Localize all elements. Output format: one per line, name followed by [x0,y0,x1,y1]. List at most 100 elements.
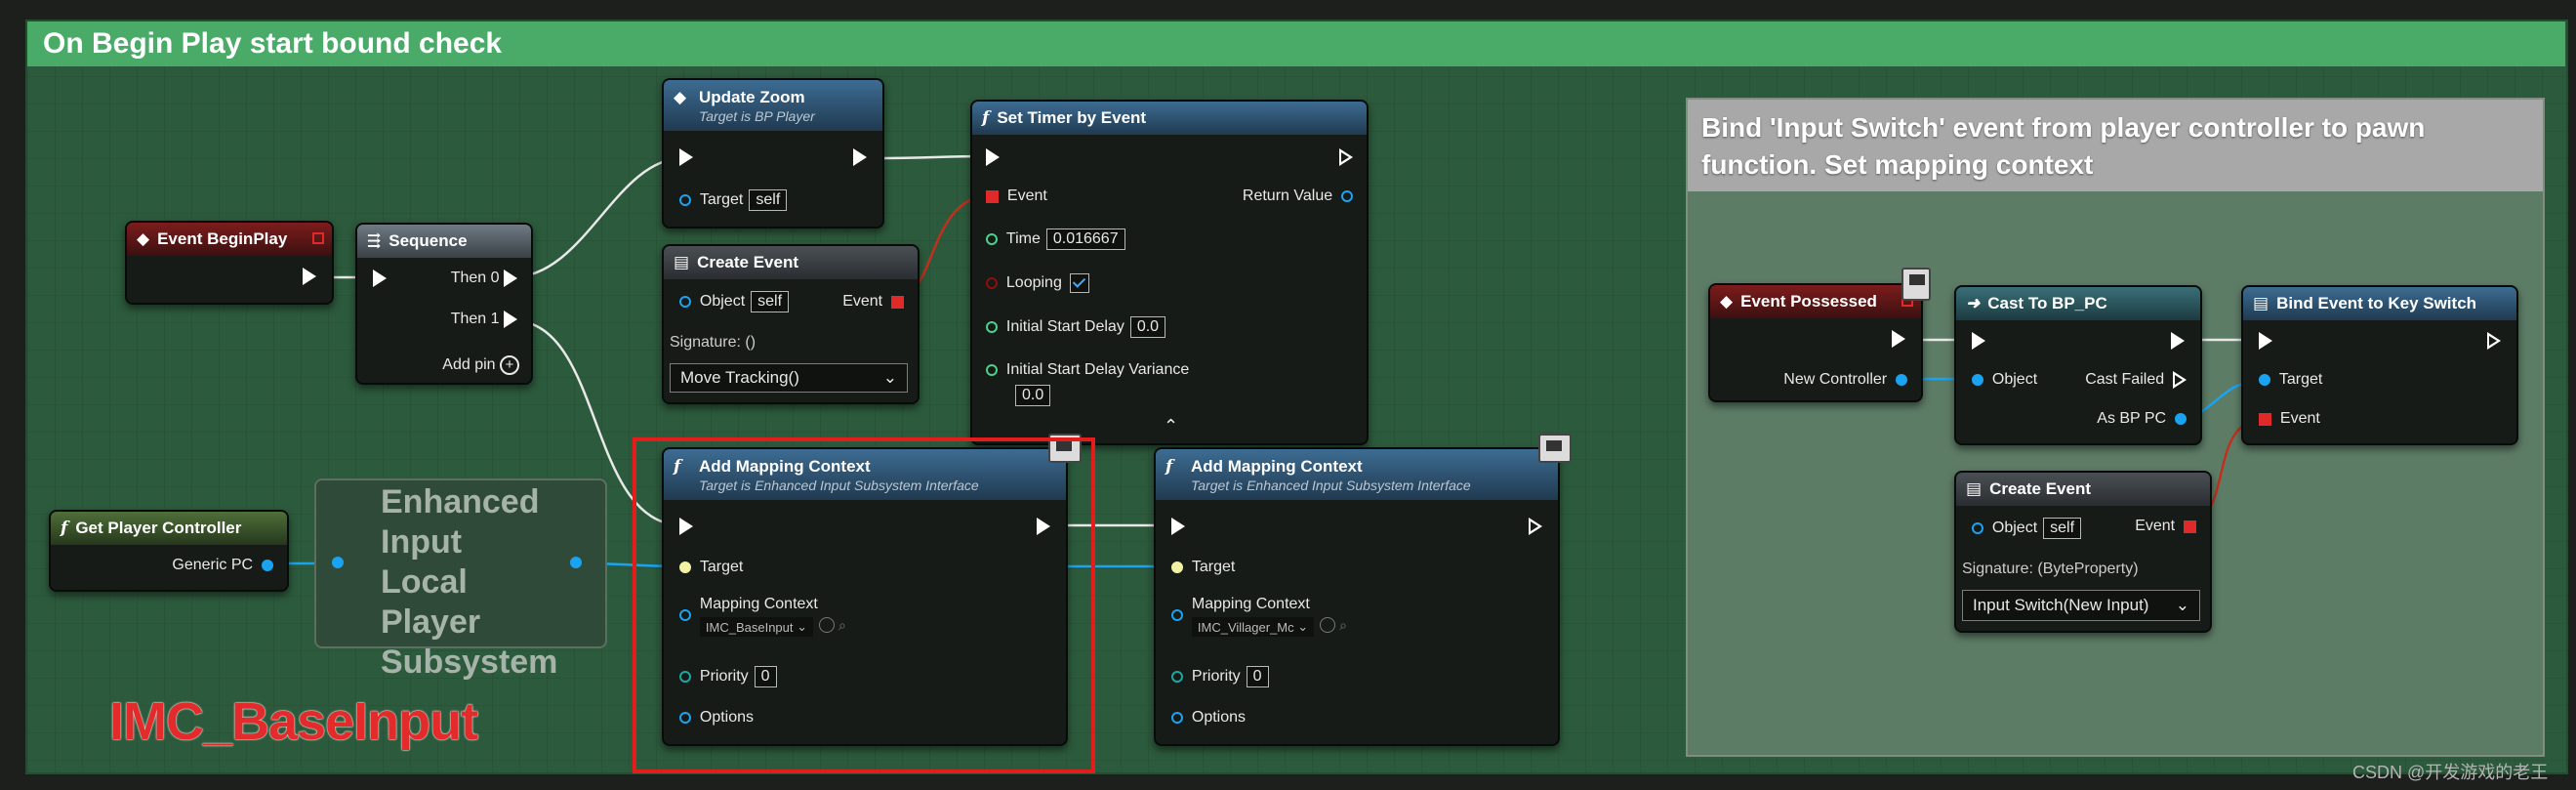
server-cube-icon [1901,268,1931,301]
node-header[interactable]: ◆ Event BeginPlay [127,223,332,256]
event-label: Event [2135,518,2176,534]
float-pin-in[interactable] [986,233,998,245]
chevron-down-icon: ⌄ [2175,596,2189,614]
node-create-event-2[interactable]: ▤ Create Event Object self Event Signatur… [1954,471,2212,633]
exec-pin-in[interactable] [2259,332,2272,350]
node-header[interactable]: f Add Mapping Context Target is Enhanced… [1156,449,1558,500]
object-pin-in[interactable] [679,194,691,206]
exec-pin-out[interactable] [504,270,517,287]
node-event-possessed[interactable]: ◆ Event Possessed New Controller [1708,283,1923,402]
object-pin-out[interactable] [2175,413,2187,425]
exec-pin-out[interactable] [1529,518,1542,535]
node-header[interactable]: ◆ Event Possessed [1710,285,1921,318]
node-subtitle: Target is Enhanced Input Subsystem Inter… [1191,477,1471,493]
interface-pin-in[interactable] [1171,561,1183,573]
node-subtitle: Target is BP Player [699,107,815,124]
node-get-player-controller[interactable]: f Get Player Controller Generic PC [49,510,289,592]
handle-pin-out[interactable] [1341,190,1353,202]
node-header[interactable]: f Get Player Controller [51,512,287,545]
event-label: Event [1006,187,1047,204]
node-header[interactable]: ◆ Update Zoom Target is BP Player [664,80,882,131]
node-title: Bind Event to Key Switch [2276,294,2477,312]
priority-input[interactable]: 0 [1246,666,1269,687]
target-input[interactable]: self [749,189,788,211]
exec-pin-out[interactable] [1892,330,1905,348]
object-pin-in[interactable] [1972,522,1983,534]
annotation-label: IMC_BaseInput [109,692,478,751]
object-pin-in[interactable] [2259,374,2270,386]
exec-pin-out[interactable] [2487,332,2501,350]
looping-checkbox[interactable] [1069,273,1089,293]
function-icon: f [61,519,68,538]
use-selected-icon[interactable] [1320,617,1336,633]
object-pin-in[interactable] [679,296,691,308]
collapse-chevron-icon[interactable]: ⌃ [1164,416,1178,437]
add-pin-label: Add pin [442,356,496,373]
node-create-event[interactable]: ▤ Create Event Object self Event Signatur… [662,244,920,404]
delegate-pin-out[interactable] [891,295,904,309]
exec-pin-out[interactable] [853,148,867,166]
node-title: Create Event [1989,479,2091,498]
delegate-pin-in[interactable] [2259,412,2271,426]
node-header[interactable]: ▤ Create Event [664,246,918,279]
object-pin-in[interactable] [332,557,344,568]
exec-pin-in[interactable] [1171,518,1185,535]
function-dropdown[interactable]: Move Tracking() ⌄ [670,363,908,393]
object-pin-out[interactable] [262,560,273,571]
exec-pin-out[interactable] [2171,332,2185,350]
event-diamond-icon: ◆ [137,229,150,249]
node-header[interactable]: ▤ Create Event [1956,473,2210,506]
struct-pin-in[interactable] [1171,712,1183,724]
object-pin-out[interactable] [1896,374,1907,386]
initial-start-delay-label: Initial Start Delay [1005,318,1124,335]
delegate-pin-out[interactable] [2184,520,2196,533]
cast-icon: ➜ [1966,294,1981,313]
float-pin-in[interactable] [986,364,998,376]
node-event-begin-play[interactable]: ◆ Event BeginPlay [125,221,334,305]
node-header[interactable]: ▤ Bind Event to Key Switch [2243,287,2516,320]
time-input[interactable]: 0.016667 [1045,229,1125,250]
exec-pin-out[interactable] [1339,148,1353,166]
browse-search-icon[interactable]: ⌕ [1339,617,1347,634]
bool-pin-in[interactable] [986,277,998,289]
node-title: Set Timer by Event [997,108,1147,127]
node-header[interactable]: ⇶ Sequence [357,225,531,258]
node-update-zoom[interactable]: ◆ Update Zoom Target is BP Player Target… [662,78,884,229]
float-pin-in[interactable] [986,321,998,333]
exec-pin-in[interactable] [679,148,693,166]
isd-variance-label: Initial Start Delay Variance [1005,361,1190,378]
add-pin-button[interactable]: Add pin + [442,355,519,375]
exec-wire [868,154,985,160]
node-add-mapping-context-2[interactable]: f Add Mapping Context Target is Enhanced… [1154,447,1560,746]
exec-pin-out[interactable] [504,311,517,328]
signature-text: Signature: (ByteProperty) [1962,561,2139,577]
node-cast-to-bp-pc[interactable]: ➜ Cast To BP_PC Object Cast Failed As BP… [1954,285,2202,445]
node-bind-event-to-key-switch[interactable]: ▤ Bind Event to Key Switch Target Event [2241,285,2518,445]
target-label: Target [699,191,744,208]
object-input[interactable]: self [751,291,790,312]
function-diamond-icon: ◆ [674,88,687,107]
exec-pin-in[interactable] [373,270,387,287]
node-sequence[interactable]: ⇶ Sequence Then 0 Then 1 Add pin + [355,223,533,385]
delegate-pin-in[interactable] [986,189,999,203]
node-set-timer-by-event[interactable]: f Set Timer by Event Event Return Value … [970,100,1369,445]
delegate-pin-out[interactable] [312,232,324,244]
function-dropdown[interactable]: Input Switch(New Input) ⌄ [1962,590,2200,621]
exec-pin-out[interactable] [2173,371,2187,389]
object-input[interactable]: self [2043,518,2082,539]
int-pin-in[interactable] [1171,671,1183,683]
node-header[interactable]: ➜ Cast To BP_PC [1956,287,2200,320]
isd-variance-input[interactable]: 0.0 [1015,385,1051,406]
exec-pin-out[interactable] [303,268,316,285]
node-header[interactable]: f Set Timer by Event [972,102,1367,135]
generic-pc-label: Generic PC [172,557,254,573]
mapping-context-dropdown[interactable]: IMC_Villager_Mc ⌄ [1191,617,1315,637]
object-pin-out[interactable] [570,557,582,568]
object-pin-in[interactable] [1972,374,1983,386]
blueprint-canvas[interactable]: On Begin Play start bound check Bind 'In… [0,0,2576,790]
object-pin-in[interactable] [1171,609,1183,621]
node-title: Update Zoom [699,87,805,106]
initial-start-delay-input[interactable]: 0.0 [1129,316,1166,338]
exec-pin-in[interactable] [986,148,1000,166]
exec-pin-in[interactable] [1972,332,1985,350]
